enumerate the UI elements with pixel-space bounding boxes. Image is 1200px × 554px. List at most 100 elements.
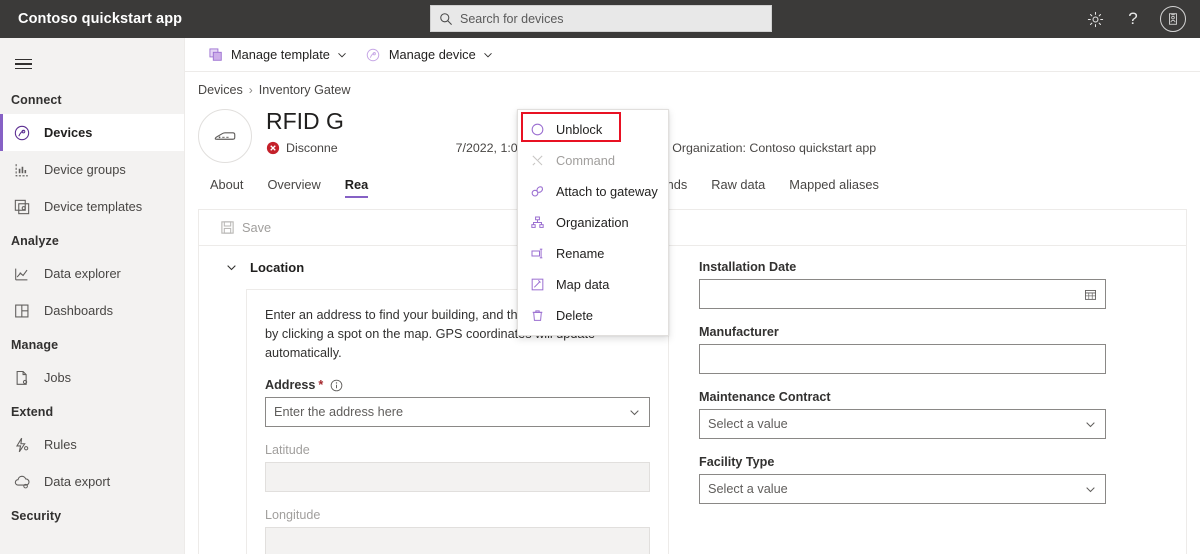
menu-item-organization[interactable]: Organization	[518, 207, 668, 238]
installation-date-input[interactable]	[699, 279, 1106, 309]
chevron-down-icon[interactable]	[1083, 482, 1097, 496]
search-icon	[439, 12, 453, 26]
chevron-down-icon[interactable]	[1083, 417, 1097, 431]
manufacturer-input[interactable]	[699, 344, 1106, 374]
sidebar-item-device-groups[interactable]: Device groups	[0, 151, 184, 188]
tab-mapped-aliases[interactable]: Mapped aliases	[777, 177, 891, 198]
chevron-down-icon[interactable]	[627, 405, 641, 419]
menu-item-label: Map data	[556, 277, 610, 292]
menu-item-label: Rename	[556, 246, 605, 261]
tab-bar: About Overview Rea Devices Commands Raw …	[185, 172, 1200, 198]
required-asterisk: *	[318, 378, 324, 392]
breadcrumb-root[interactable]: Devices	[198, 83, 243, 97]
jobs-icon	[11, 367, 33, 389]
sidebar-group-connect: Connect	[11, 93, 62, 107]
sidebar-item-label: Data export	[44, 474, 111, 489]
menu-item-attach-to-gateway[interactable]: Attach to gateway	[518, 176, 668, 207]
map-data-icon	[528, 276, 546, 294]
sidebar-group-analyze: Analyze	[11, 234, 59, 248]
sidebar-group-extend: Extend	[11, 405, 54, 419]
save-label: Save	[242, 220, 272, 235]
command-icon	[528, 152, 546, 170]
latitude-input	[265, 462, 650, 492]
data-export-icon	[11, 471, 33, 493]
gateway-device-icon	[198, 109, 252, 163]
main-content: Manage template Manage device Devices › …	[185, 38, 1200, 554]
organization-icon	[528, 214, 546, 232]
manage-template-button[interactable]: Manage template	[198, 38, 356, 72]
manufacturer-label: Manufacturer	[699, 325, 779, 339]
calendar-icon[interactable]	[1083, 287, 1097, 301]
breadcrumb-separator: ›	[248, 83, 253, 97]
sidebar-item-data-explorer[interactable]: Data explorer	[0, 255, 184, 292]
device-icon	[365, 46, 382, 63]
sidebar-nav: Connect Devices Device groups Device tem…	[0, 38, 185, 554]
search-box[interactable]: Search for devices	[430, 5, 772, 32]
chevron-down-icon	[337, 50, 347, 60]
address-input[interactable]: Enter the address here	[265, 397, 650, 427]
menu-item-label: Unblock	[556, 122, 603, 137]
sidebar-group-manage: Manage	[11, 338, 59, 352]
menu-item-label: Command	[556, 153, 616, 168]
hamburger-icon[interactable]	[0, 44, 46, 84]
form-right-column: Installation Date Manufacturer Maintenan…	[669, 260, 1186, 554]
address-label: Address *	[265, 378, 650, 392]
tab-raw-data[interactable]: Raw data	[699, 177, 777, 198]
manage-device-menu: Unblock Command Attach to gateway Organi…	[517, 109, 669, 336]
facility-type-label: Facility Type	[699, 455, 775, 469]
manage-device-button[interactable]: Manage device	[356, 38, 502, 72]
chevron-down-icon[interactable]	[224, 261, 238, 275]
data-explorer-icon	[11, 263, 33, 285]
menu-item-unblock[interactable]: Unblock	[518, 114, 668, 145]
sidebar-item-device-templates[interactable]: Device templates	[0, 188, 184, 225]
breadcrumb-current: Inventory Gatew	[258, 83, 351, 97]
manage-device-label: Manage device	[388, 47, 476, 62]
sidebar-item-devices[interactable]: Devices	[0, 114, 184, 151]
question-mark-icon[interactable]: ?	[1122, 8, 1144, 30]
unblock-circle-icon	[528, 121, 546, 139]
sidebar-item-rules[interactable]: Rules	[0, 426, 184, 463]
device-organization: Organization: Contoso quickstart app	[672, 141, 877, 155]
devices-icon	[11, 122, 33, 144]
longitude-input	[265, 527, 650, 554]
maintenance-contract-select[interactable]: Select a value	[699, 409, 1106, 439]
top-bar-actions: ?	[1084, 0, 1190, 38]
sidebar-item-label: Device templates	[44, 199, 143, 214]
menu-item-delete[interactable]: Delete	[518, 300, 668, 331]
form-panel: Save Location Enter an address to find y…	[198, 209, 1187, 554]
app-title: Contoso quickstart app	[18, 11, 183, 27]
menu-item-label: Attach to gateway	[556, 184, 658, 199]
menu-item-rename[interactable]: Rename	[518, 238, 668, 269]
panel-command-bar: Save	[199, 210, 1186, 246]
sidebar-item-dashboards[interactable]: Dashboards	[0, 292, 184, 329]
menu-item-map-data[interactable]: Map data	[518, 269, 668, 300]
device-groups-icon	[11, 159, 33, 181]
maintenance-contract-label: Maintenance Contract	[699, 390, 831, 404]
save-button[interactable]: Save	[211, 214, 279, 242]
search-input[interactable]: Search for devices	[460, 12, 564, 26]
gear-icon[interactable]	[1084, 8, 1106, 30]
attach-gateway-icon	[528, 183, 546, 201]
sidebar-item-label: Device groups	[44, 162, 126, 177]
save-disk-icon	[219, 220, 235, 236]
menu-item-command: Command	[518, 145, 668, 176]
form-columns: Location Enter an address to find your b…	[199, 246, 1186, 554]
menu-item-label: Organization	[556, 215, 629, 230]
info-circle-icon[interactable]	[329, 378, 343, 392]
sidebar-item-data-export[interactable]: Data export	[0, 463, 184, 500]
facility-type-select[interactable]: Select a value	[699, 474, 1106, 504]
tab-about[interactable]: About	[198, 177, 255, 198]
latitude-label: Latitude	[265, 443, 310, 457]
tab-rea[interactable]: Rea	[333, 177, 380, 198]
device-header: RFID G Disconne 7/2022, 1:08:57 PM | SIM…	[185, 97, 1200, 163]
tab-overview[interactable]: Overview	[255, 177, 332, 198]
sidebar-item-jobs[interactable]: Jobs	[0, 359, 184, 396]
rules-icon	[11, 434, 33, 456]
breadcrumb: Devices › Inventory Gatew	[185, 72, 1200, 97]
user-badge-icon[interactable]	[1160, 6, 1186, 32]
address-label-text: Address	[265, 378, 316, 392]
sidebar-item-label: Devices	[44, 125, 93, 140]
sidebar-item-label: Dashboards	[44, 303, 114, 318]
address-placeholder: Enter the address here	[274, 405, 404, 419]
template-icon	[207, 46, 224, 63]
